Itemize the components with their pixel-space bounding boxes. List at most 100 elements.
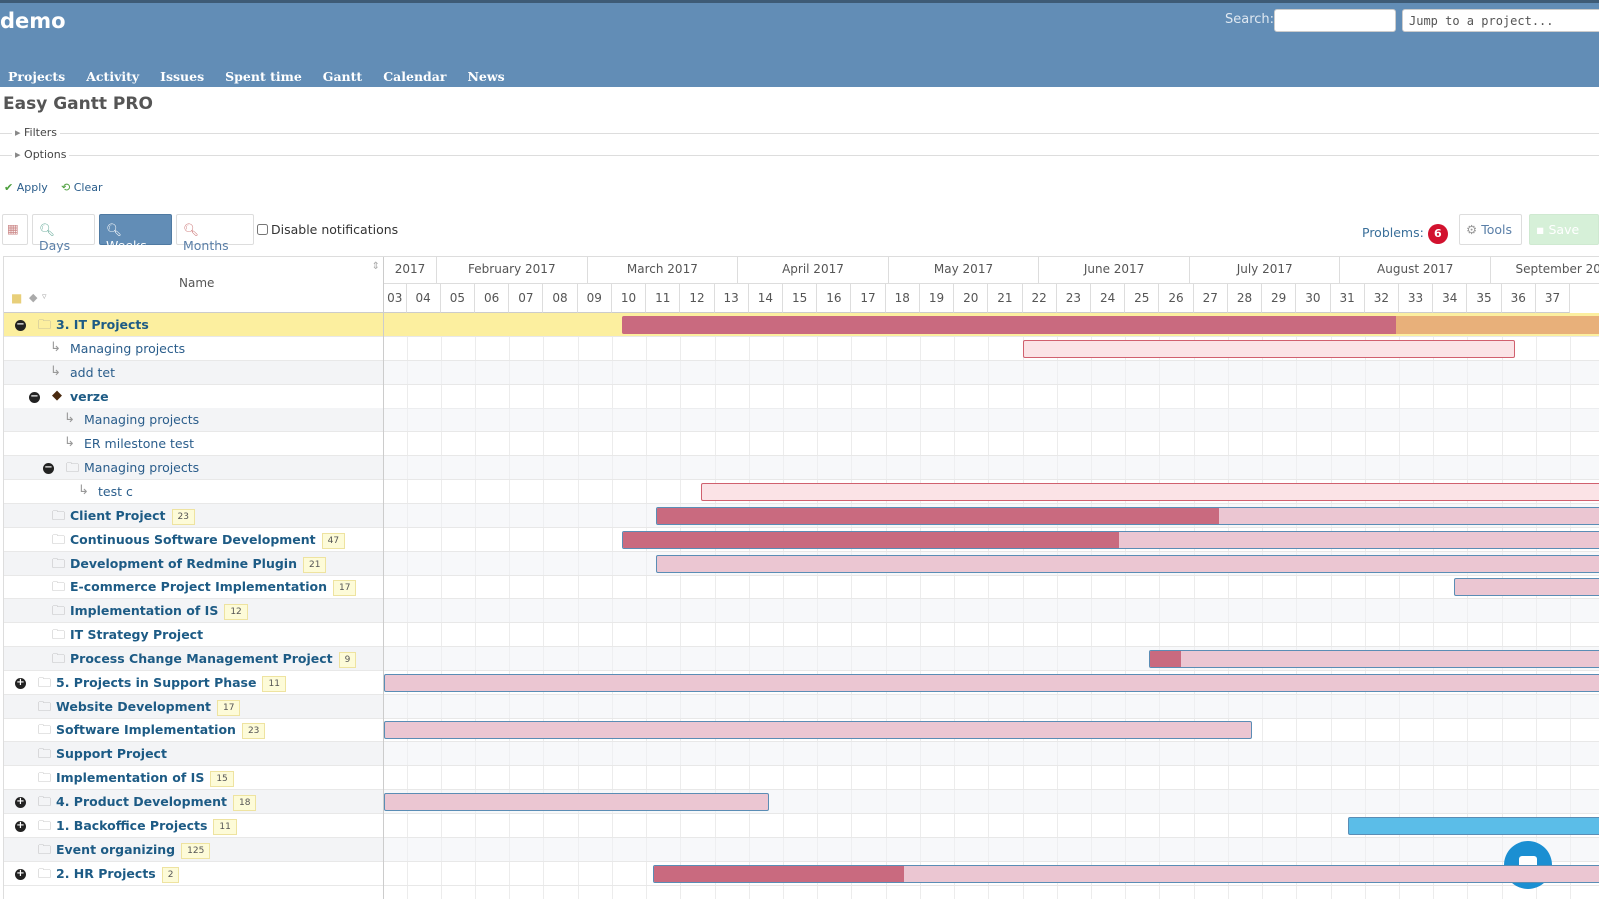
table-row[interactable]: 🗀 Continuous Software Development 47 xyxy=(4,528,383,552)
row-name[interactable]: 2. HR Projects 2 xyxy=(56,866,180,883)
save-button[interactable]: ▪ Save xyxy=(1529,214,1599,245)
apply-button[interactable]: ✔ Apply xyxy=(4,181,48,194)
filter-icon[interactable]: ▿ xyxy=(42,292,47,302)
app-logo[interactable]: demo xyxy=(0,9,66,33)
table-row[interactable]: 🗀 Client Project 23 xyxy=(4,503,383,528)
zoom-months-button[interactable]: 🔍︎ Months xyxy=(176,214,254,253)
collapse-icon[interactable]: − xyxy=(15,320,26,331)
row-name-text[interactable]: Managing projects xyxy=(84,460,199,475)
table-row[interactable]: 🗀 Website Development 17 xyxy=(4,694,383,719)
menu-issues[interactable]: Issues xyxy=(160,69,204,84)
row-name[interactable]: Process Change Management Project 9 xyxy=(70,651,357,668)
milestone-icon[interactable]: ◆ xyxy=(29,291,37,304)
row-name[interactable]: ER milestone test xyxy=(84,436,194,451)
table-row[interactable]: 🗀 IT Strategy Project xyxy=(4,623,383,648)
table-row[interactable]: 🗀 Implementation of IS 15 xyxy=(4,766,383,791)
clear-button[interactable]: ⟲ Clear xyxy=(61,181,103,194)
options-toggle[interactable]: Options xyxy=(12,148,70,161)
row-name-text[interactable]: 2. HR Projects xyxy=(56,866,156,881)
filters-toggle[interactable]: Filters xyxy=(12,126,61,139)
row-name[interactable]: add tet xyxy=(70,365,115,380)
table-row[interactable]: 🗀 Support Project xyxy=(4,742,383,767)
menu-calendar[interactable]: Calendar xyxy=(383,69,446,84)
collapse-icon[interactable]: − xyxy=(43,463,54,475)
gantt-bar[interactable] xyxy=(622,530,1599,549)
gantt-bar[interactable] xyxy=(656,554,1599,573)
expand-icon[interactable]: + xyxy=(15,820,26,832)
row-name-text[interactable]: Implementation of IS xyxy=(56,770,204,785)
row-name-text[interactable]: 5. Projects in Support Phase xyxy=(56,675,256,690)
table-row[interactable]: 🗀 Implementation of IS 12 xyxy=(4,599,383,624)
row-name-text[interactable]: Development of Redmine Plugin xyxy=(70,556,297,571)
calendar-button[interactable]: ▦ xyxy=(2,214,28,245)
table-row[interactable]: 🗀 Software Implementation 23 xyxy=(4,718,383,743)
jump-to-project-select[interactable]: Jump to a project... xyxy=(1402,9,1599,32)
menu-gantt[interactable]: Gantt xyxy=(323,69,362,84)
row-name[interactable]: test c xyxy=(98,484,133,499)
table-row[interactable]: − 🗀 3. IT Projects xyxy=(4,313,383,337)
row-name[interactable]: 1. Backoffice Projects 11 xyxy=(56,818,237,835)
menu-activity[interactable]: Activity xyxy=(86,69,139,84)
row-name-text[interactable]: ER milestone test xyxy=(84,436,194,451)
row-name-text[interactable]: test c xyxy=(98,484,133,499)
table-row[interactable]: + 🗀 5. Projects in Support Phase 11 xyxy=(4,671,383,695)
row-name-text[interactable]: 4. Product Development xyxy=(56,794,227,809)
problems-button[interactable]: Problems: 6 xyxy=(1362,224,1448,244)
row-name-text[interactable]: Software Implementation xyxy=(56,722,236,737)
search-input[interactable] xyxy=(1274,9,1396,32)
expand-icon[interactable]: + xyxy=(15,868,26,880)
table-row[interactable]: + 🗀 4. Product Development 18 xyxy=(4,790,383,814)
row-name[interactable]: Managing projects xyxy=(84,460,199,475)
row-name[interactable]: Implementation of IS 15 xyxy=(56,770,234,788)
expand-icon[interactable]: + xyxy=(15,677,26,689)
expand-icon[interactable]: + xyxy=(15,797,26,808)
row-name[interactable]: Support Project xyxy=(56,746,167,761)
zoom-days-button[interactable]: 🔍︎ Days xyxy=(32,214,95,253)
name-header[interactable]: Name xyxy=(179,276,214,290)
gantt-bar[interactable] xyxy=(1453,578,1599,597)
table-row[interactable]: − 🗀 Managing projects xyxy=(4,456,383,481)
gantt-bar[interactable] xyxy=(1347,816,1599,835)
row-name[interactable]: Event organizing 125 xyxy=(56,842,211,859)
row-name-text[interactable]: Client Project xyxy=(70,508,166,523)
menu-spent-time[interactable]: Spent time xyxy=(225,69,302,84)
row-name-text[interactable]: Managing projects xyxy=(84,412,199,427)
row-name[interactable]: IT Strategy Project xyxy=(70,627,203,642)
row-name[interactable]: Client Project 23 xyxy=(70,508,195,525)
gantt-bar[interactable] xyxy=(700,482,1599,501)
row-name-text[interactable]: verze xyxy=(70,389,109,404)
table-row[interactable]: 🗀 E-commerce Project Implementation 17 xyxy=(4,575,383,600)
row-name-text[interactable]: Support Project xyxy=(56,746,167,761)
tools-button[interactable]: ⚙ Tools xyxy=(1459,214,1522,245)
row-name-text[interactable]: Website Development xyxy=(56,699,211,714)
row-name[interactable]: Continuous Software Development 47 xyxy=(70,532,346,549)
table-row[interactable]: ↳ Managing projects xyxy=(4,337,383,361)
row-name[interactable]: Implementation of IS 12 xyxy=(70,603,248,621)
row-name[interactable]: 5. Projects in Support Phase 11 xyxy=(56,675,286,692)
zoom-weeks-button[interactable]: 🔍︎ Weeks xyxy=(99,214,172,253)
folder-icon[interactable]: ■ xyxy=(11,291,22,305)
table-row[interactable]: + 🗀 1. Backoffice Projects 11 xyxy=(4,814,383,838)
row-name[interactable]: E-commerce Project Implementation 17 xyxy=(70,579,357,597)
table-row[interactable]: ↳ test c xyxy=(4,480,383,504)
gantt-bar[interactable] xyxy=(652,864,1599,883)
gantt-bar[interactable] xyxy=(1022,339,1516,358)
collapse-icon[interactable]: − xyxy=(29,391,40,403)
disable-notifications-checkbox[interactable]: Disable notifications xyxy=(257,222,398,237)
row-name[interactable]: 4. Product Development 18 xyxy=(56,794,257,811)
row-name[interactable]: verze xyxy=(70,389,109,404)
table-row[interactable]: + 🗀 2. HR Projects 2 xyxy=(4,862,383,886)
row-name[interactable]: Website Development 17 xyxy=(56,699,241,716)
row-name-text[interactable]: Managing projects xyxy=(70,341,185,356)
row-name-text[interactable]: E-commerce Project Implementation xyxy=(70,579,327,594)
table-row[interactable]: 🗀 Event organizing 125 xyxy=(4,837,383,862)
table-row[interactable]: 🗀 Development of Redmine Plugin 21 xyxy=(4,551,383,576)
row-name[interactable]: Managing projects xyxy=(84,412,199,427)
gantt-bar[interactable] xyxy=(384,793,770,811)
row-name-text[interactable]: Implementation of IS xyxy=(70,603,218,618)
table-row[interactable]: 🗀 Process Change Management Project 9 xyxy=(4,646,383,671)
row-name-text[interactable]: add tet xyxy=(70,365,115,380)
row-name[interactable]: 3. IT Projects xyxy=(56,317,149,332)
gantt-bar[interactable] xyxy=(622,316,1599,334)
row-name-text[interactable]: IT Strategy Project xyxy=(70,627,203,642)
